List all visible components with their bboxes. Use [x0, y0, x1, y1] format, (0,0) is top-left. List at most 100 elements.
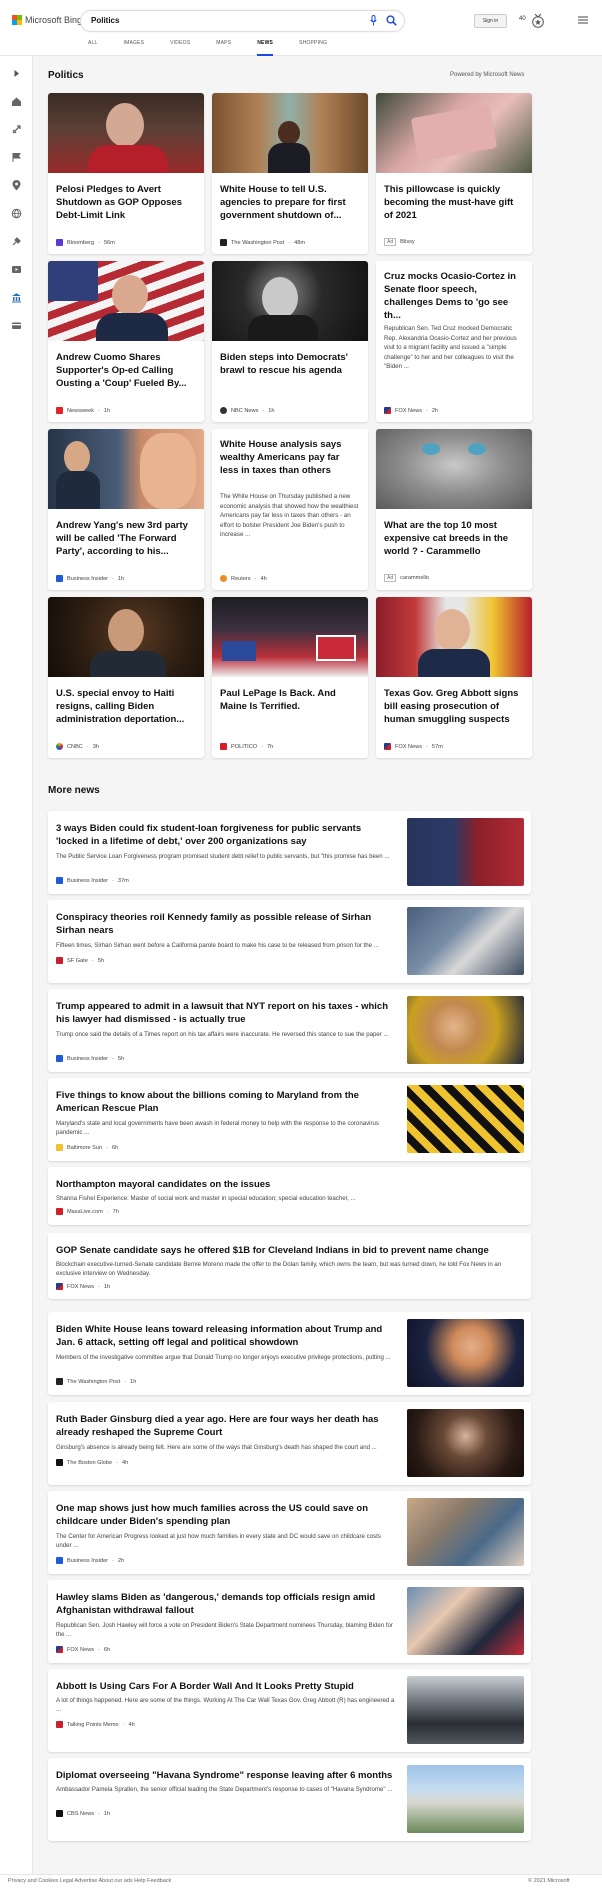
- news-list-item[interactable]: Five things to know about the billions c…: [48, 1078, 531, 1161]
- news-title[interactable]: Diplomat overseeing "Havana Syndrome" re…: [56, 1769, 396, 1782]
- card-title[interactable]: Pelosi Pledges to Avert Shutdown as GOP …: [56, 183, 196, 222]
- card-image: [376, 597, 532, 677]
- news-title[interactable]: Hawley slams Biden as 'dangerous,' deman…: [56, 1591, 396, 1617]
- card-title[interactable]: White House to tell U.S. agencies to pre…: [220, 183, 360, 222]
- news-title[interactable]: Five things to know about the billions c…: [56, 1089, 396, 1115]
- card-title[interactable]: Andrew Yang's new 3rd party will be call…: [56, 519, 196, 558]
- news-title[interactable]: GOP Senate candidate says he offered $1B…: [56, 1244, 516, 1257]
- news-list-item[interactable]: Diplomat overseeing "Havana Syndrome" re…: [48, 1758, 531, 1841]
- news-list-item[interactable]: Biden White House leans toward releasing…: [48, 1312, 531, 1395]
- footer-links[interactable]: Privacy and Cookies Legal Advertise Abou…: [8, 1878, 171, 1884]
- top-header: Microsoft Bing Politics Sign in 40 ALL I…: [0, 0, 602, 56]
- boston-globe-logo-icon: [56, 1459, 63, 1466]
- tab-all[interactable]: ALL: [88, 40, 98, 56]
- search-box[interactable]: Politics: [80, 10, 405, 32]
- news-list-item[interactable]: 3 ways Biden could fix student-loan forg…: [48, 811, 531, 894]
- sign-in-button[interactable]: Sign in: [474, 14, 507, 28]
- news-snippet: Members of the investigative committee a…: [56, 1354, 391, 1361]
- credit-card-icon[interactable]: [11, 320, 22, 331]
- washington-post-logo-icon: [220, 239, 227, 246]
- satellite-icon[interactable]: [11, 236, 22, 247]
- news-card[interactable]: Andrew Cuomo Shares Supporter's Op-ed Ca…: [48, 261, 204, 422]
- location-pin-icon[interactable]: [11, 180, 22, 191]
- news-card[interactable]: Texas Gov. Greg Abbott signs bill easing…: [376, 597, 532, 758]
- ad-card[interactable]: This pillowcase is quickly becoming the …: [376, 93, 532, 254]
- news-list-item[interactable]: GOP Senate candidate says he offered $1B…: [48, 1233, 531, 1299]
- news-card[interactable]: U.S. special envoy to Haiti resigns, cal…: [48, 597, 204, 758]
- card-image: [376, 429, 532, 509]
- news-card[interactable]: Pelosi Pledges to Avert Shutdown as GOP …: [48, 93, 204, 254]
- card-title[interactable]: White House analysis says wealthy Americ…: [220, 438, 360, 477]
- search-tabs: ALL IMAGES VIDEOS MAPS NEWS SHOPPING: [88, 40, 353, 56]
- search-icon[interactable]: [386, 15, 397, 26]
- news-card[interactable]: Cruz mocks Ocasio-Cortez in Senate floor…: [376, 261, 532, 422]
- news-snippet: Trump once said the details of a Times r…: [56, 1031, 389, 1038]
- ad-card[interactable]: What are the top 10 most expensive cat b…: [376, 429, 532, 590]
- card-source: Ad Blissy: [384, 238, 415, 246]
- news-card[interactable]: Andrew Yang's new 3rd party will be call…: [48, 429, 204, 590]
- card-title[interactable]: This pillowcase is quickly becoming the …: [384, 183, 524, 222]
- news-thumbnail: [407, 1085, 524, 1153]
- news-snippet: Fifteen times, Sirhan Sirhan went before…: [56, 942, 379, 949]
- news-title[interactable]: Conspiracy theories roil Kennedy family …: [56, 911, 396, 937]
- tab-shopping[interactable]: SHOPPING: [299, 40, 327, 56]
- news-title[interactable]: 3 ways Biden could fix student-loan forg…: [56, 822, 396, 848]
- cbs-news-logo-icon: [56, 1810, 63, 1817]
- card-title[interactable]: U.S. special envoy to Haiti resigns, cal…: [56, 687, 196, 726]
- more-news-title: More news: [48, 785, 100, 796]
- politics-icon[interactable]: [11, 124, 22, 135]
- expand-arrow-icon[interactable]: [11, 68, 22, 79]
- tab-maps[interactable]: MAPS: [216, 40, 231, 56]
- card-image: [212, 261, 368, 341]
- news-title[interactable]: Trump appeared to admit in a lawsuit tha…: [56, 1000, 396, 1026]
- news-list-item[interactable]: Abbott Is Using Cars For A Border Wall A…: [48, 1669, 531, 1752]
- news-list-item[interactable]: One map shows just how much families acr…: [48, 1491, 531, 1574]
- news-card[interactable]: Paul LePage Is Back. And Maine Is Terrif…: [212, 597, 368, 758]
- search-query[interactable]: Politics: [91, 16, 119, 25]
- card-image: [48, 261, 204, 341]
- news-list-item[interactable]: Ruth Bader Ginsburg died a year ago. Her…: [48, 1402, 531, 1485]
- hamburger-menu-icon[interactable]: [578, 16, 588, 24]
- tab-videos[interactable]: VIDEOS: [170, 40, 190, 56]
- news-list-item[interactable]: Northampton mayoral candidates on the is…: [48, 1167, 531, 1225]
- news-thumbnail: [407, 996, 524, 1064]
- globe-icon[interactable]: [11, 208, 22, 219]
- news-title[interactable]: Biden White House leans toward releasing…: [56, 1323, 396, 1349]
- news-title[interactable]: Northampton mayoral candidates on the is…: [56, 1178, 396, 1191]
- card-title[interactable]: Cruz mocks Ocasio-Cortez in Senate floor…: [384, 270, 524, 322]
- news-title[interactable]: One map shows just how much families acr…: [56, 1502, 396, 1528]
- news-snippet: Maryland's state and local governments h…: [56, 1120, 379, 1136]
- card-title[interactable]: Biden steps into Democrats' brawl to res…: [220, 351, 360, 377]
- newsweek-logo-icon: [56, 407, 63, 414]
- video-icon[interactable]: [11, 264, 22, 275]
- news-list-item[interactable]: Trump appeared to admit in a lawsuit tha…: [48, 989, 531, 1072]
- news-list-item[interactable]: Hawley slams Biden as 'dangerous,' deman…: [48, 1580, 531, 1663]
- flag-icon[interactable]: [11, 152, 22, 163]
- bank-icon[interactable]: [11, 292, 22, 303]
- news-list-item[interactable]: Conspiracy theories roil Kennedy family …: [48, 900, 531, 983]
- business-insider-logo-icon: [56, 1055, 63, 1062]
- bing-logo[interactable]: Microsoft Bing: [12, 15, 82, 25]
- sf-gate-logo-icon: [56, 957, 63, 964]
- card-source: FOX News · 2h: [384, 407, 438, 414]
- news-card[interactable]: Biden steps into Democrats' brawl to res…: [212, 261, 368, 422]
- card-snippet: The White House on Thursday published a …: [220, 493, 359, 538]
- news-card[interactable]: White House analysis says wealthy Americ…: [212, 429, 368, 590]
- news-source: Baltimore Sun · 6h: [56, 1144, 118, 1151]
- card-image: [48, 597, 204, 677]
- card-title[interactable]: What are the top 10 most expensive cat b…: [384, 519, 524, 558]
- microphone-icon[interactable]: [370, 15, 377, 26]
- card-title[interactable]: Texas Gov. Greg Abbott signs bill easing…: [384, 687, 524, 726]
- rewards-medal-icon[interactable]: [531, 13, 545, 29]
- news-source: Business Insider · 2h: [56, 1557, 124, 1564]
- news-title[interactable]: Ruth Bader Ginsburg died a year ago. Her…: [56, 1413, 396, 1439]
- tab-news[interactable]: NEWS: [257, 40, 274, 56]
- news-title[interactable]: Abbott Is Using Cars For A Border Wall A…: [56, 1680, 396, 1693]
- tab-images[interactable]: IMAGES: [124, 40, 145, 56]
- rewards-points[interactable]: 40: [519, 16, 526, 22]
- card-title[interactable]: Andrew Cuomo Shares Supporter's Op-ed Ca…: [56, 351, 196, 390]
- news-source: Business Insider · 37m: [56, 877, 129, 884]
- news-card[interactable]: White House to tell U.S. agencies to pre…: [212, 93, 368, 254]
- home-icon[interactable]: [11, 96, 22, 107]
- card-title[interactable]: Paul LePage Is Back. And Maine Is Terrif…: [220, 687, 360, 713]
